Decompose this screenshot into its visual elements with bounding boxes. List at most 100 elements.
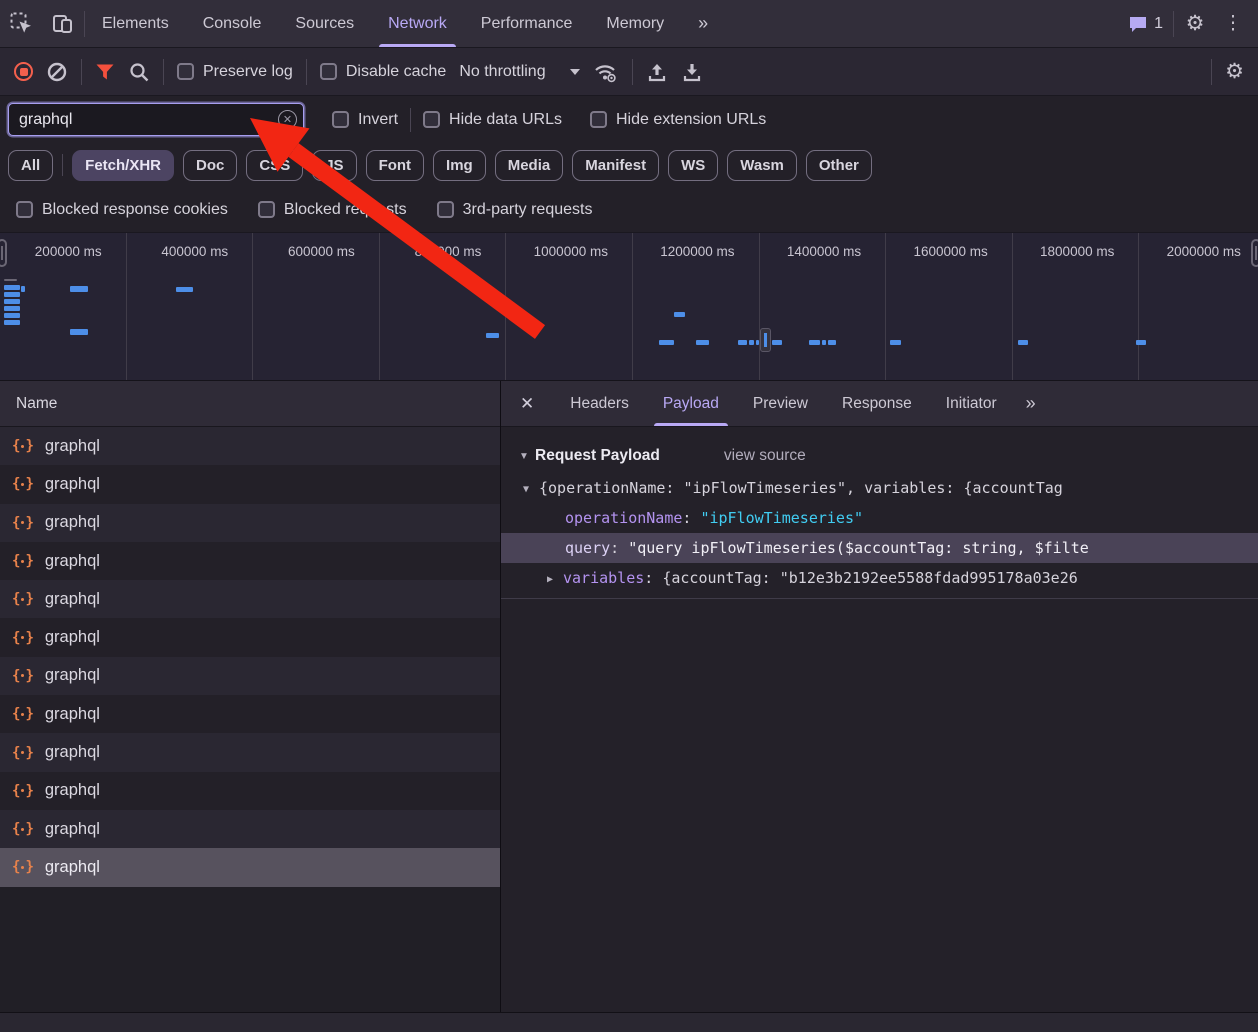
timeline-tick-label: 800000 ms — [415, 244, 506, 259]
search-icon[interactable] — [128, 61, 150, 83]
checkbox[interactable] — [258, 201, 275, 218]
request-row[interactable]: {}graphql — [0, 733, 500, 771]
network-toolbar: Preserve log Disable cache No throttling… — [0, 48, 1258, 96]
request-row[interactable]: {}graphql — [0, 657, 500, 695]
issues-badge[interactable]: 1 — [1118, 0, 1173, 47]
tab-console[interactable]: Console — [186, 0, 279, 47]
checkbox[interactable] — [16, 201, 33, 218]
timeline-columns: 200000 ms400000 ms600000 ms800000 ms1000… — [0, 233, 1258, 380]
checkbox[interactable] — [423, 111, 440, 128]
json-braces-icon: {} — [12, 515, 34, 531]
settings-gear-icon[interactable]: ⚙ — [1174, 0, 1216, 47]
tab-performance[interactable]: Performance — [464, 0, 590, 47]
expand-triangle-icon[interactable]: ▶ — [547, 565, 563, 593]
export-har-icon[interactable] — [681, 61, 703, 83]
checkbox[interactable] — [437, 201, 454, 218]
chip-doc[interactable]: Doc — [183, 150, 237, 181]
device-toolbar-icon[interactable] — [42, 0, 84, 47]
clear-filter-icon[interactable]: ✕ — [278, 110, 297, 129]
request-row[interactable]: {}graphql — [0, 772, 500, 810]
detail-tab-preview[interactable]: Preview — [736, 381, 825, 426]
collapse-triangle-icon[interactable]: ▼ — [519, 451, 535, 462]
issue-count: 1 — [1154, 15, 1163, 33]
tab-network[interactable]: Network — [371, 0, 464, 47]
blocked-requests-checkbox[interactable]: Blocked requests — [258, 201, 407, 219]
blocked-response-cookies-checkbox[interactable]: Blocked response cookies — [16, 201, 228, 219]
disable-cache-label: Disable cache — [346, 63, 447, 81]
clear-network-log-icon[interactable] — [46, 61, 68, 83]
hide-data-urls-checkbox[interactable]: Hide data URLs — [423, 111, 562, 129]
timeline-bar — [4, 292, 20, 297]
network-overview-timeline[interactable]: 200000 ms400000 ms600000 ms800000 ms1000… — [0, 233, 1258, 381]
request-payload-section[interactable]: ▼ Request Payload view source — [501, 439, 1258, 473]
chip-all[interactable]: All — [8, 150, 53, 181]
detail-tab-response[interactable]: Response — [825, 381, 929, 426]
divider — [410, 108, 411, 132]
chip-font[interactable]: Font — [366, 150, 424, 181]
payload-summary-text: {operationName: "ipFlowTimeseries", vari… — [539, 479, 1063, 497]
checkbox[interactable] — [590, 111, 607, 128]
request-row[interactable]: {}graphql — [0, 695, 500, 733]
throttling-value: No throttling — [459, 63, 545, 81]
tab-elements[interactable]: Elements — [85, 0, 186, 47]
chip-js[interactable]: JS — [312, 150, 356, 181]
detail-tab-payload[interactable]: Payload — [646, 381, 736, 426]
chip-other[interactable]: Other — [806, 150, 872, 181]
throttling-dropdown[interactable]: No throttling — [459, 63, 579, 81]
import-har-icon[interactable] — [646, 61, 668, 83]
payload-row-query-selected[interactable]: query: "query ipFlowTimeseries($accountT… — [501, 533, 1258, 563]
payload-row-operation-name[interactable]: operationName: "ipFlowTimeseries" — [501, 503, 1258, 533]
request-name: graphql — [45, 858, 100, 877]
request-row[interactable]: {}graphql — [0, 580, 500, 618]
disable-cache-checkbox[interactable]: Disable cache — [320, 63, 447, 81]
record-network-log-icon[interactable] — [14, 62, 33, 81]
checkbox[interactable] — [332, 111, 349, 128]
network-settings-gear-icon[interactable]: ⚙ — [1225, 59, 1244, 84]
chip-ws[interactable]: WS — [668, 150, 718, 181]
tab-sources[interactable]: Sources — [278, 0, 371, 47]
filter-funnel-icon[interactable] — [95, 62, 115, 82]
checkbox[interactable] — [320, 63, 337, 80]
kebab-menu-icon[interactable]: ⋮ — [1216, 0, 1258, 47]
json-braces-icon: {} — [12, 476, 34, 492]
chip-css[interactable]: CSS — [246, 150, 303, 181]
checkbox[interactable] — [177, 63, 194, 80]
detail-tab-headers[interactable]: Headers — [553, 381, 646, 426]
collapse-triangle-icon[interactable]: ▼ — [523, 475, 539, 503]
inspect-element-icon[interactable] — [0, 0, 42, 47]
request-row[interactable]: {}graphql — [0, 465, 500, 503]
timeline-column: 1200000 ms — [633, 233, 760, 380]
timeline-bar — [738, 340, 747, 345]
chip-media[interactable]: Media — [495, 150, 564, 181]
payload-row-variables[interactable]: ▶variables: {accountTag: "b12e3b2192ee55… — [501, 563, 1258, 593]
request-row[interactable]: {}graphql — [0, 848, 500, 886]
timeline-right-handle[interactable] — [1251, 239, 1258, 267]
close-icon[interactable]: ✕ — [501, 381, 553, 426]
chip-wasm[interactable]: Wasm — [727, 150, 797, 181]
payload-summary-row[interactable]: ▼{operationName: "ipFlowTimeseries", var… — [501, 473, 1258, 503]
detail-tab-initiator[interactable]: Initiator — [929, 381, 1014, 426]
tab-memory[interactable]: Memory — [589, 0, 681, 47]
request-row[interactable]: {}graphql — [0, 504, 500, 542]
request-row[interactable]: {}graphql — [0, 427, 500, 465]
more-tabs-icon[interactable]: » — [681, 0, 725, 47]
filter-box: ✕ — [8, 103, 304, 136]
timeline-tick-label: 400000 ms — [161, 244, 252, 259]
more-detail-tabs-icon[interactable]: » — [1014, 381, 1048, 426]
third-party-requests-checkbox[interactable]: 3rd-party requests — [437, 201, 593, 219]
timeline-left-handle[interactable] — [0, 239, 7, 267]
hide-extension-urls-checkbox[interactable]: Hide extension URLs — [590, 111, 766, 129]
network-conditions-icon[interactable] — [593, 61, 619, 83]
request-row[interactable]: {}graphql — [0, 618, 500, 656]
chip-manifest[interactable]: Manifest — [572, 150, 659, 181]
chip-fetch-xhr[interactable]: Fetch/XHR — [72, 150, 174, 181]
json-separator: : — [682, 509, 700, 527]
request-row[interactable]: {}graphql — [0, 810, 500, 848]
chip-img[interactable]: Img — [433, 150, 486, 181]
filter-input[interactable] — [8, 103, 304, 136]
name-column-header[interactable]: Name — [0, 381, 500, 427]
invert-checkbox[interactable]: Invert — [332, 111, 398, 129]
request-row[interactable]: {}graphql — [0, 542, 500, 580]
preserve-log-checkbox[interactable]: Preserve log — [177, 63, 293, 81]
view-source-link[interactable]: view source — [724, 447, 806, 465]
